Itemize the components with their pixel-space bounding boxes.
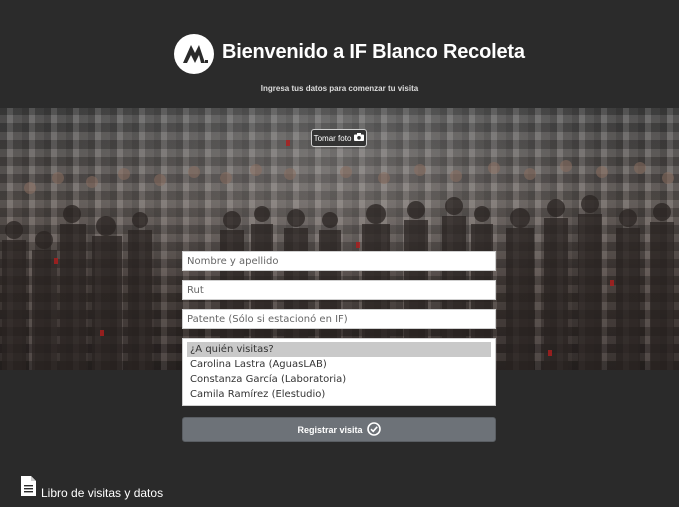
take-photo-button[interactable]: Tomar foto xyxy=(311,129,367,147)
name-input[interactable] xyxy=(182,251,496,271)
visit-log-link[interactable]: Libro de visitas y datos xyxy=(20,475,163,500)
page-title: Bienvenido a IF Blanco Recoleta xyxy=(222,41,525,63)
plate-input[interactable] xyxy=(182,309,496,329)
visit-option-camila-ramirez[interactable]: Camila Ramírez (Elestudio) xyxy=(187,387,491,402)
rut-input[interactable] xyxy=(182,280,496,300)
visit-option-constanza-garcia[interactable]: Constanza García (Laboratoria) xyxy=(187,372,491,387)
register-visit-button[interactable]: Registrar visita xyxy=(182,417,496,442)
visit-log-label: Libro de visitas y datos xyxy=(41,486,164,500)
visit-option-carolina-lastra[interactable]: Carolina Lastra (AguasLAB) xyxy=(187,357,491,372)
page-subtitle: Ingresa tus datos para comenzar tu visit… xyxy=(260,84,419,93)
header: Bienvenido a IF Blanco Recoleta Ingresa … xyxy=(0,0,679,108)
crowd-photo xyxy=(0,108,679,370)
check-circle-icon xyxy=(366,421,381,438)
camera-icon xyxy=(354,133,365,143)
mountain-m-logo-icon xyxy=(174,34,214,74)
crowd-illustration xyxy=(2,140,674,370)
visit-option-placeholder[interactable]: ¿A quién visitas? xyxy=(187,342,491,357)
document-icon xyxy=(20,475,37,500)
take-photo-label: Tomar foto xyxy=(313,133,352,143)
visit-host-select[interactable]: ¿A quién visitas? Carolina Lastra (Aguas… xyxy=(182,338,496,406)
register-visit-label: Registrar visita xyxy=(297,424,363,435)
